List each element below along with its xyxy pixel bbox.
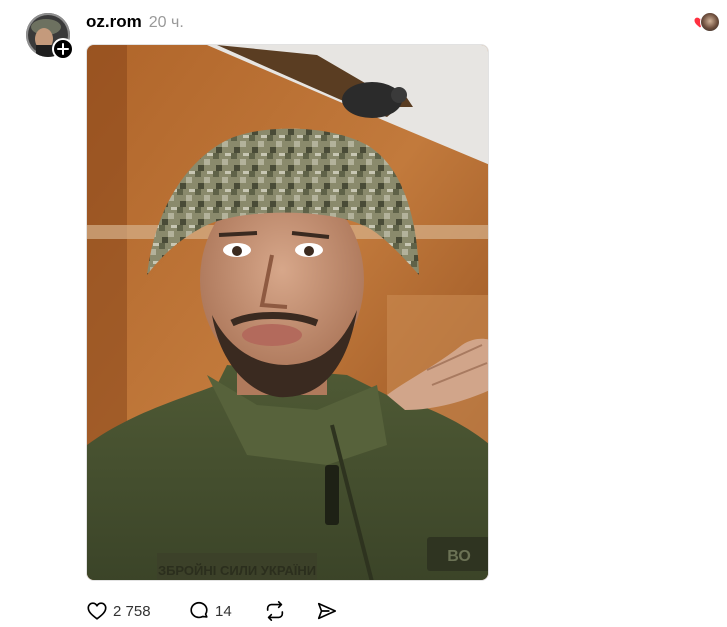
post-actions: 2 758 14 — [86, 598, 338, 624]
repost-button[interactable] — [264, 598, 316, 624]
speech-bubble-icon — [190, 601, 208, 619]
post-timestamp: 20 ч. — [148, 14, 184, 31]
comment-count: 14 — [215, 602, 232, 620]
uniform-tag-text: ВО — [447, 548, 471, 565]
heart-outline-icon — [87, 602, 107, 620]
post-image[interactable]: ЗБРОЙНІ СИЛИ УКРАЇНИ ВО — [86, 44, 489, 581]
like-count: 2 758 — [113, 602, 151, 620]
uniform-patch-text: ЗБРОЙНІ СИЛИ УКРАЇНИ — [158, 563, 316, 578]
thread-post: oz.rom 20 ч. ЗБРОЙНІ СИЛИ УКРАЇНИ ВО 2 7… — [0, 0, 727, 627]
comment-button[interactable]: 14 — [188, 598, 264, 624]
plus-icon — [57, 43, 69, 55]
author-username[interactable]: oz.rom — [86, 12, 142, 32]
liked-by-indicator[interactable] — [694, 12, 720, 32]
share-button[interactable] — [316, 598, 338, 624]
like-button[interactable]: 2 758 — [86, 598, 188, 624]
liker-avatar — [700, 12, 720, 32]
send-icon — [317, 602, 337, 620]
repost-icon — [266, 601, 284, 621]
post-header: oz.rom 20 ч. — [86, 12, 184, 32]
follow-button[interactable] — [52, 38, 74, 60]
